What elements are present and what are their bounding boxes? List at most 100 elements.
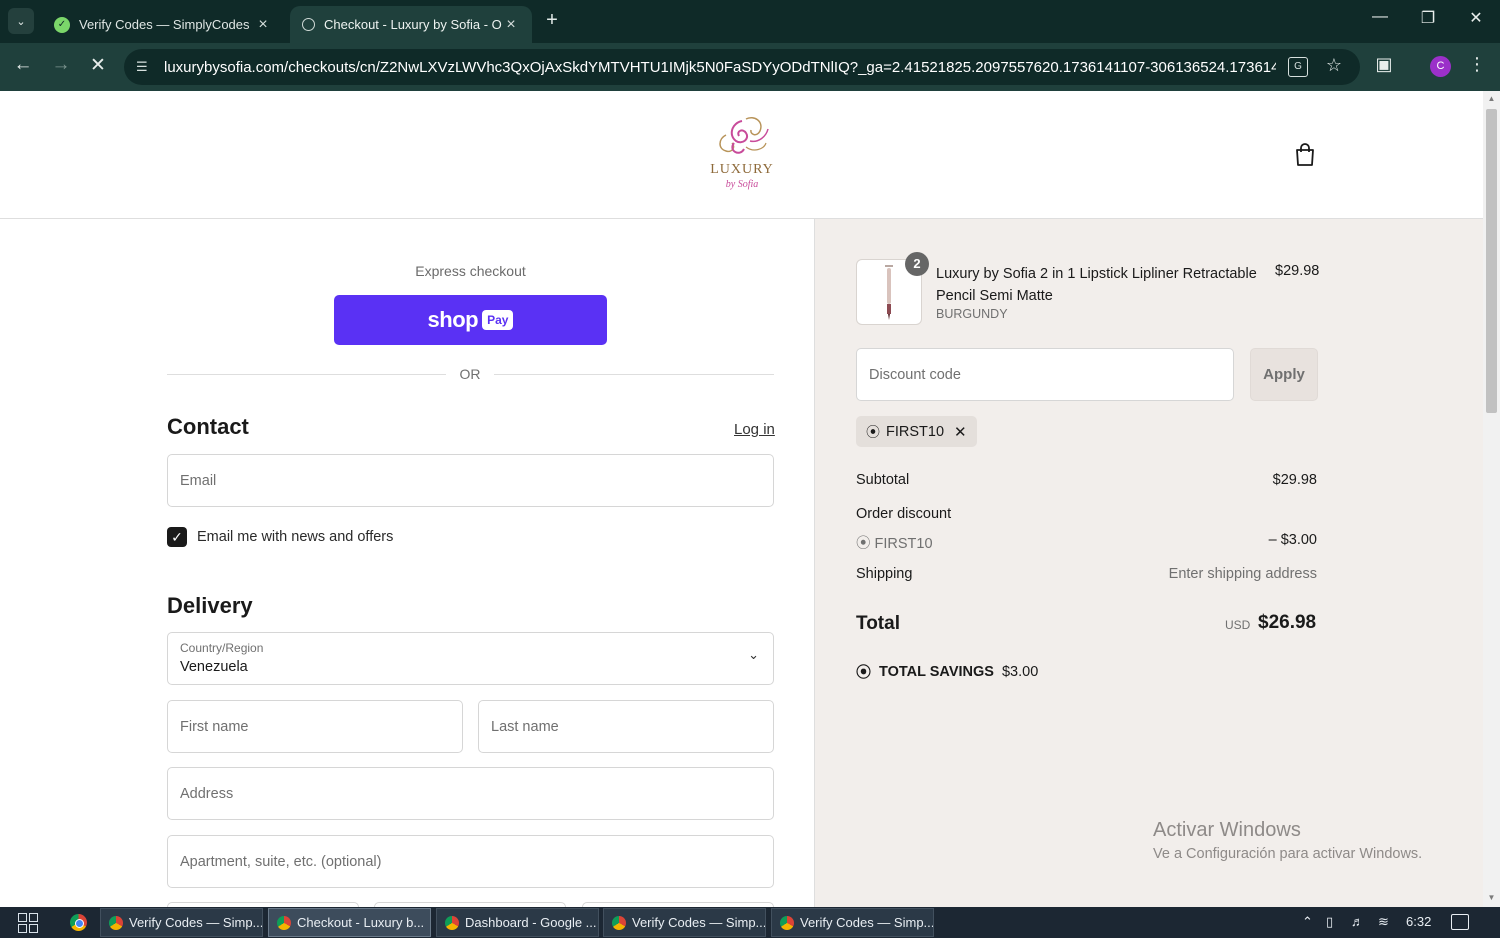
apartment-field[interactable] bbox=[167, 835, 774, 888]
back-arrow-icon[interactable]: ← bbox=[10, 54, 36, 76]
taskbar-window-title: Verify Codes — Simp... bbox=[800, 915, 934, 930]
remove-discount-icon[interactable]: ✕ bbox=[954, 423, 967, 441]
applied-discount-tag: ⦿ FIRST10 ✕ bbox=[856, 416, 977, 447]
taskbar-window-dashboard[interactable]: Dashboard - Google ... bbox=[436, 908, 599, 937]
tab-verify-codes[interactable]: ✓ Verify Codes — SimplyCodes × bbox=[42, 6, 284, 43]
tab-title: Verify Codes — SimplyCodes bbox=[79, 17, 250, 32]
last-name-field[interactable] bbox=[478, 700, 774, 753]
address-bar[interactable]: ☰ luxurybysofia.com/checkouts/cn/Z2NwLXV… bbox=[124, 49, 1360, 85]
shopping-bag-icon[interactable] bbox=[1294, 143, 1316, 167]
total-label: Total bbox=[856, 613, 900, 634]
close-window-icon[interactable]: ✕ bbox=[1462, 8, 1490, 28]
chrome-icon bbox=[780, 915, 794, 930]
delivery-heading: Delivery bbox=[167, 593, 253, 618]
product-price: $29.98 bbox=[1275, 263, 1320, 279]
stop-loading-icon[interactable]: ✕ bbox=[85, 54, 111, 77]
start-grid-icon[interactable] bbox=[18, 913, 38, 933]
contact-heading: Contact bbox=[167, 414, 249, 439]
shop-pay-button[interactable]: shop Pay bbox=[334, 295, 607, 345]
divider bbox=[167, 374, 446, 375]
watermark-title: Activar Windows bbox=[1153, 819, 1301, 841]
notifications-icon[interactable] bbox=[1451, 914, 1469, 930]
loading-favicon-icon bbox=[302, 18, 315, 31]
order-discount-code-row: ⦿ FIRST10 bbox=[856, 532, 933, 553]
email-field[interactable] bbox=[167, 454, 774, 507]
show-hidden-icons-chevron-icon[interactable]: ⌃ bbox=[1302, 914, 1313, 930]
svg-text:by Sofia: by Sofia bbox=[726, 179, 759, 190]
browser-tab-strip: ⌄ ✓ Verify Codes — SimplyCodes × Checkou… bbox=[0, 0, 1500, 43]
bookmark-star-icon[interactable]: ☆ bbox=[1326, 55, 1342, 76]
windows-taskbar: Verify Codes — Simp... Checkout - Luxury… bbox=[0, 907, 1500, 938]
applied-discount-code: FIRST10 bbox=[886, 423, 945, 440]
clock[interactable]: 6:32 bbox=[1406, 914, 1431, 929]
address-field[interactable] bbox=[167, 767, 774, 820]
country-region-value[interactable]: Venezuela bbox=[180, 659, 248, 675]
luxury-by-sofia-logo[interactable]: LUXURY by Sofia bbox=[706, 113, 778, 195]
country-region-select[interactable]: Country/Region Venezuela ⌄ bbox=[167, 632, 774, 685]
first-name-field[interactable] bbox=[167, 700, 463, 753]
extensions-puzzle-icon[interactable]: ▣ bbox=[1371, 54, 1397, 75]
discount-code-input[interactable] bbox=[869, 366, 1233, 383]
close-tab-icon[interactable]: × bbox=[254, 16, 272, 34]
scroll-down-arrow-icon[interactable]: ▼ bbox=[1483, 893, 1500, 902]
total-savings: ⦿ TOTAL SAVINGS $3.00 bbox=[856, 661, 1038, 682]
windows-activation-watermark: Activar Windows Ve a Configuración para … bbox=[1153, 819, 1422, 862]
discount-code-field[interactable] bbox=[856, 348, 1234, 401]
chrome-icon bbox=[445, 915, 459, 930]
taskbar-window-verify-codes[interactable]: Verify Codes — Simp... bbox=[603, 908, 766, 937]
taskbar-window-title: Verify Codes — Simp... bbox=[632, 915, 766, 930]
shipping-label: Shipping bbox=[856, 566, 913, 582]
address-input[interactable] bbox=[180, 785, 773, 802]
battery-icon[interactable]: ▯ bbox=[1326, 914, 1333, 930]
translate-icon[interactable]: G bbox=[1288, 57, 1308, 77]
product-name: Luxury by Sofia 2 in 1 Lipstick Lipliner… bbox=[936, 266, 1257, 304]
url-text[interactable]: luxurybysofia.com/checkouts/cn/Z2NwLXVzL… bbox=[164, 59, 1276, 76]
total-savings-value: $3.00 bbox=[1001, 663, 1039, 680]
browser-toolbar: ← → ✕ ☰ luxurybysofia.com/checkouts/cn/Z… bbox=[0, 43, 1500, 91]
log-in-link[interactable]: Log in bbox=[734, 421, 775, 438]
browser-menu-icon[interactable]: ⋮ bbox=[1464, 54, 1490, 75]
scrollbar-thumb[interactable] bbox=[1486, 109, 1497, 413]
wifi-icon[interactable]: ≋ bbox=[1378, 914, 1389, 930]
volume-icon[interactable]: ♬ bbox=[1351, 914, 1364, 929]
divider bbox=[494, 374, 774, 375]
minimize-window-icon[interactable]: — bbox=[1366, 8, 1394, 26]
news-offers-label[interactable]: Email me with news and offers bbox=[197, 529, 393, 545]
order-discount-label: Order discount bbox=[856, 506, 952, 522]
profile-avatar[interactable]: C bbox=[1430, 56, 1451, 77]
news-offers-checkbox[interactable]: ✓ bbox=[167, 527, 187, 547]
page-scrollbar[interactable]: ▲ ▼ bbox=[1483, 91, 1500, 907]
last-name-input[interactable] bbox=[491, 718, 773, 735]
chrome-icon bbox=[109, 915, 123, 930]
scroll-up-arrow-icon[interactable]: ▲ bbox=[1483, 94, 1500, 103]
apartment-input[interactable] bbox=[180, 853, 773, 870]
order-summary-column: 2 Luxury by Sofia 2 in 1 Lipstick Liplin… bbox=[814, 219, 1483, 907]
email-input[interactable] bbox=[180, 472, 773, 489]
site-settings-icon[interactable]: ☰ bbox=[136, 59, 154, 75]
store-header: LUXURY by Sofia bbox=[0, 91, 1483, 219]
restore-window-icon[interactable]: ❐ bbox=[1414, 8, 1442, 28]
express-checkout-label: Express checkout bbox=[415, 263, 526, 279]
taskbar-window-verify-codes[interactable]: Verify Codes — Simp... bbox=[771, 908, 934, 937]
order-discount-code: FIRST10 bbox=[874, 536, 933, 552]
first-name-input[interactable] bbox=[180, 718, 462, 735]
shop-pay-wordmark: shop bbox=[427, 307, 479, 332]
total-value: $26.98 bbox=[1258, 612, 1317, 633]
quantity-badge: 2 bbox=[905, 252, 929, 276]
chrome-icon bbox=[612, 915, 626, 930]
apply-discount-button[interactable]: Apply bbox=[1250, 348, 1318, 401]
taskbar-window-checkout[interactable]: Checkout - Luxury b... bbox=[268, 908, 431, 937]
tab-title: Checkout - Luxury by Sofia - Or bbox=[324, 17, 502, 32]
watermark-subtitle: Ve a Configuración para activar Windows. bbox=[1153, 846, 1423, 862]
total-savings-label: TOTAL SAVINGS bbox=[879, 663, 994, 680]
taskbar-window-verify-codes[interactable]: Verify Codes — Simp... bbox=[100, 908, 263, 937]
tab-search-button[interactable]: ⌄ bbox=[8, 8, 34, 34]
new-tab-plus-icon[interactable]: + bbox=[541, 9, 563, 32]
chevron-down-icon: ⌄ bbox=[748, 647, 759, 662]
order-discount-value: – $3.00 bbox=[1268, 532, 1317, 548]
close-tab-icon[interactable]: × bbox=[502, 16, 520, 34]
forward-arrow-icon[interactable]: → bbox=[48, 54, 74, 76]
taskbar-window-title: Verify Codes — Simp... bbox=[129, 915, 263, 930]
chrome-app-icon[interactable] bbox=[70, 914, 87, 931]
tab-checkout[interactable]: Checkout - Luxury by Sofia - Or × bbox=[290, 6, 532, 43]
